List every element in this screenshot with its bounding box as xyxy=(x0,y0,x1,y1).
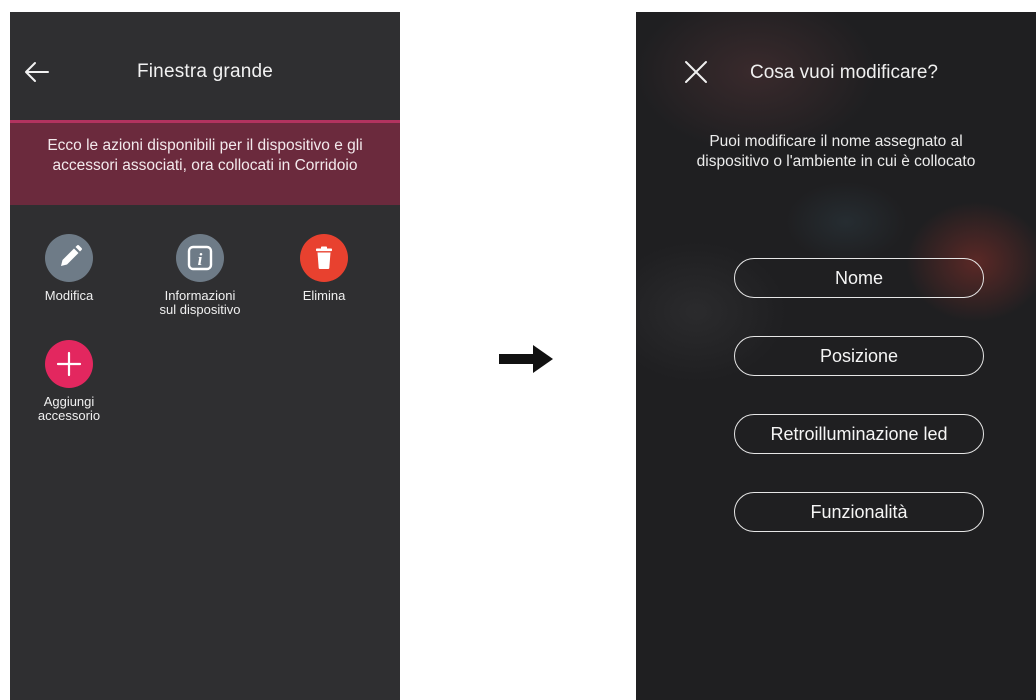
informazioni-label-line2: sul dispositivo xyxy=(159,302,241,317)
dialog-subtitle: Puoi modificare il nome assegnato al dis… xyxy=(656,132,1016,172)
left-phone-screen: Finestra grande Ecco le azioni disponibi… xyxy=(10,12,400,700)
informazioni-label-line1: Informazioni xyxy=(164,288,236,303)
retroilluminazione-led-button[interactable]: Retroilluminazione led xyxy=(734,414,984,454)
elimina-action[interactable]: Elimina xyxy=(269,234,379,302)
subtitle-line1: Puoi modificare il nome assegnato al xyxy=(709,133,963,150)
aggiungi-accessorio-action[interactable]: Aggiungi accessorio xyxy=(14,340,124,422)
plus-icon xyxy=(56,351,82,377)
page-title: Finestra grande xyxy=(136,61,274,82)
aggiungi-label-line2: accessorio xyxy=(37,408,101,423)
modifica-button[interactable] xyxy=(45,234,93,282)
elimina-label: Elimina xyxy=(302,288,346,303)
pencil-icon xyxy=(61,245,82,266)
close-icon[interactable] xyxy=(684,60,708,84)
banner-text: Ecco le azioni disponibili per il dispos… xyxy=(47,137,363,174)
funzionalita-button[interactable]: Funzionalità xyxy=(734,492,984,532)
informazioni-action[interactable]: i Informazioni sul dispositivo xyxy=(145,234,255,316)
posizione-button[interactable]: Posizione xyxy=(734,336,984,376)
arrow-right-icon xyxy=(499,345,553,373)
dialog-title: Cosa vuoi modificare? xyxy=(750,62,938,83)
subtitle-line2: dispositivo o l'ambiente in cui è colloc… xyxy=(696,153,976,170)
aggiungi-label-line1: Aggiungi xyxy=(43,394,95,409)
nome-button[interactable]: Nome xyxy=(734,258,984,298)
modifica-action[interactable]: Modifica xyxy=(14,234,124,302)
info-icon: i xyxy=(187,245,213,271)
aggiungi-accessorio-button[interactable] xyxy=(45,340,93,388)
informazioni-button[interactable]: i xyxy=(176,234,224,282)
elimina-button[interactable] xyxy=(300,234,348,282)
trash-icon xyxy=(316,246,332,269)
modifica-label: Modifica xyxy=(44,288,94,303)
right-phone-screen: Cosa vuoi modificare? Puoi modificare il… xyxy=(636,12,1036,700)
svg-text:i: i xyxy=(198,250,203,269)
